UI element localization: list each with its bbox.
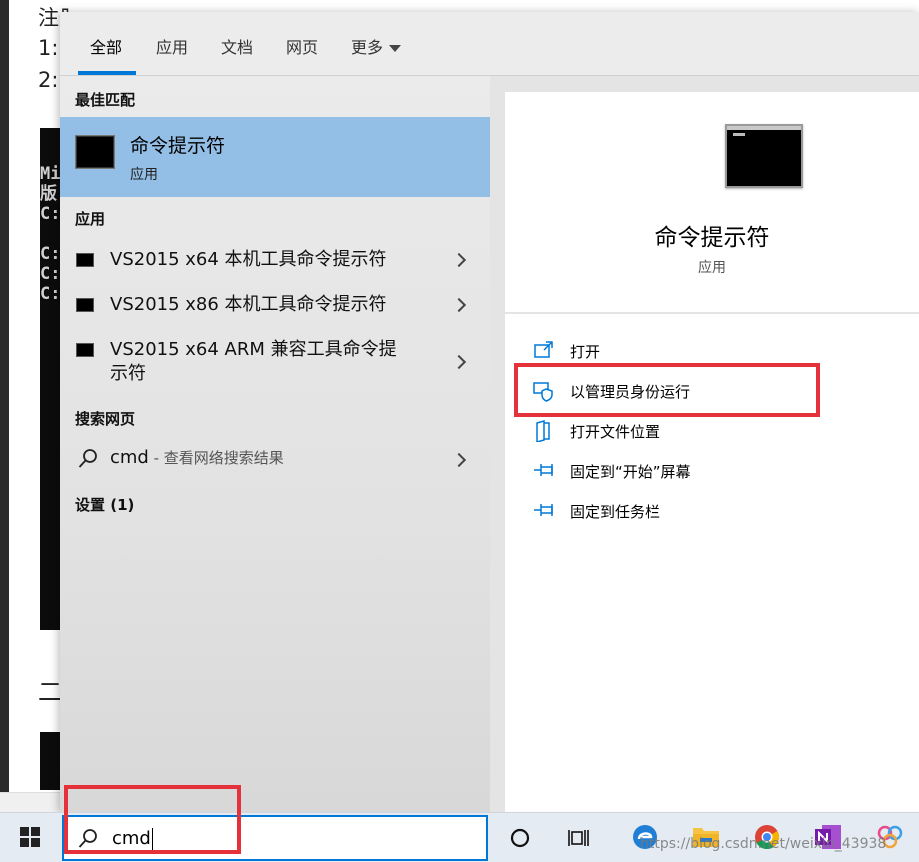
pin-icon xyxy=(534,464,553,476)
app-result-label: VS2015 x86 本机工具命令提示符 xyxy=(110,294,387,315)
command-prompt-icon xyxy=(76,298,94,312)
action-pin-to-start[interactable]: 固定到“开始”屏幕 xyxy=(505,454,919,486)
detail-title: 命令提示符 xyxy=(654,225,770,251)
action-label: 打开文件位置 xyxy=(570,423,661,441)
background-window-edge xyxy=(0,0,9,812)
section-heading-best-match: 最佳匹配 xyxy=(75,91,136,109)
section-heading-settings[interactable]: 设置 (1) xyxy=(75,494,134,515)
action-label: 固定到“开始”屏幕 xyxy=(570,463,691,481)
action-open[interactable]: 打开 xyxy=(505,334,919,366)
action-label: 打开 xyxy=(570,343,601,361)
command-prompt-icon xyxy=(76,343,94,357)
action-pin-to-taskbar[interactable]: 固定到任务栏 xyxy=(505,494,919,526)
command-prompt-icon xyxy=(75,135,115,169)
tab-documents[interactable]: 文档 xyxy=(221,34,253,58)
web-search-query: cmd xyxy=(110,447,149,468)
chevron-right-icon[interactable] xyxy=(451,452,467,468)
chevron-down-icon xyxy=(389,45,402,52)
web-search-result[interactable]: cmd - 查看网络搜索结果 xyxy=(60,438,490,482)
best-match-title: 命令提示符 xyxy=(130,135,226,157)
app-result[interactable]: VS2015 x64 本机工具命令提示符 xyxy=(60,238,490,282)
best-match-result[interactable]: 命令提示符 应用 xyxy=(60,117,490,197)
tab-all[interactable]: 全部 xyxy=(90,34,122,58)
annotation-highlight-search-box xyxy=(64,785,241,854)
command-prompt-icon xyxy=(725,124,803,188)
tab-apps[interactable]: 应用 xyxy=(156,34,188,58)
action-label: 固定到任务栏 xyxy=(570,503,661,521)
tab-more-label: 更多 xyxy=(351,38,384,57)
filter-tab-bar: 全部 应用 文档 网页 更多 xyxy=(60,12,919,76)
open-icon xyxy=(534,341,553,358)
detail-header: 命令提示符 应用 xyxy=(505,92,919,312)
tab-more[interactable]: 更多 xyxy=(351,34,402,58)
web-search-label: cmd - 查看网络搜索结果 xyxy=(110,446,284,470)
folder-location-icon xyxy=(536,420,550,442)
app-result[interactable]: VS2015 x64 ARM 兼容工具命令提示符 xyxy=(60,328,490,394)
background-text: 1: xyxy=(38,36,59,60)
annotation-highlight-run-as-admin xyxy=(514,363,820,417)
cortana-icon[interactable] xyxy=(510,828,530,848)
background-text: 2: xyxy=(38,68,59,92)
app-result-label: VS2015 x64 ARM 兼容工具命令提示符 xyxy=(110,339,397,384)
chevron-right-icon[interactable] xyxy=(451,252,467,268)
web-search-suffix: - 查看网络搜索结果 xyxy=(148,449,284,467)
watermark-text: https://blog.csdn.net/weixin_43938 xyxy=(640,836,887,852)
app-result-label: VS2015 x64 本机工具命令提示符 xyxy=(110,249,387,270)
app-result[interactable]: VS2015 x86 本机工具命令提示符 xyxy=(60,283,490,327)
command-prompt-icon xyxy=(76,253,94,267)
best-match-subtitle: 应用 xyxy=(130,167,158,183)
detail-subtitle: 应用 xyxy=(698,260,726,276)
windows-start-icon[interactable] xyxy=(20,827,40,847)
section-heading-web: 搜索网页 xyxy=(75,410,136,428)
search-icon xyxy=(78,449,97,468)
pin-icon xyxy=(534,504,553,516)
section-heading-apps: 应用 xyxy=(75,210,106,228)
task-view-icon[interactable] xyxy=(568,827,592,849)
tab-web[interactable]: 网页 xyxy=(286,34,318,58)
action-open-file-location[interactable]: 打开文件位置 xyxy=(505,414,919,446)
active-tab-indicator xyxy=(78,71,136,75)
chevron-right-icon[interactable] xyxy=(451,297,467,313)
background-heading: 二 xyxy=(38,678,62,706)
chevron-right-icon[interactable] xyxy=(451,354,467,370)
